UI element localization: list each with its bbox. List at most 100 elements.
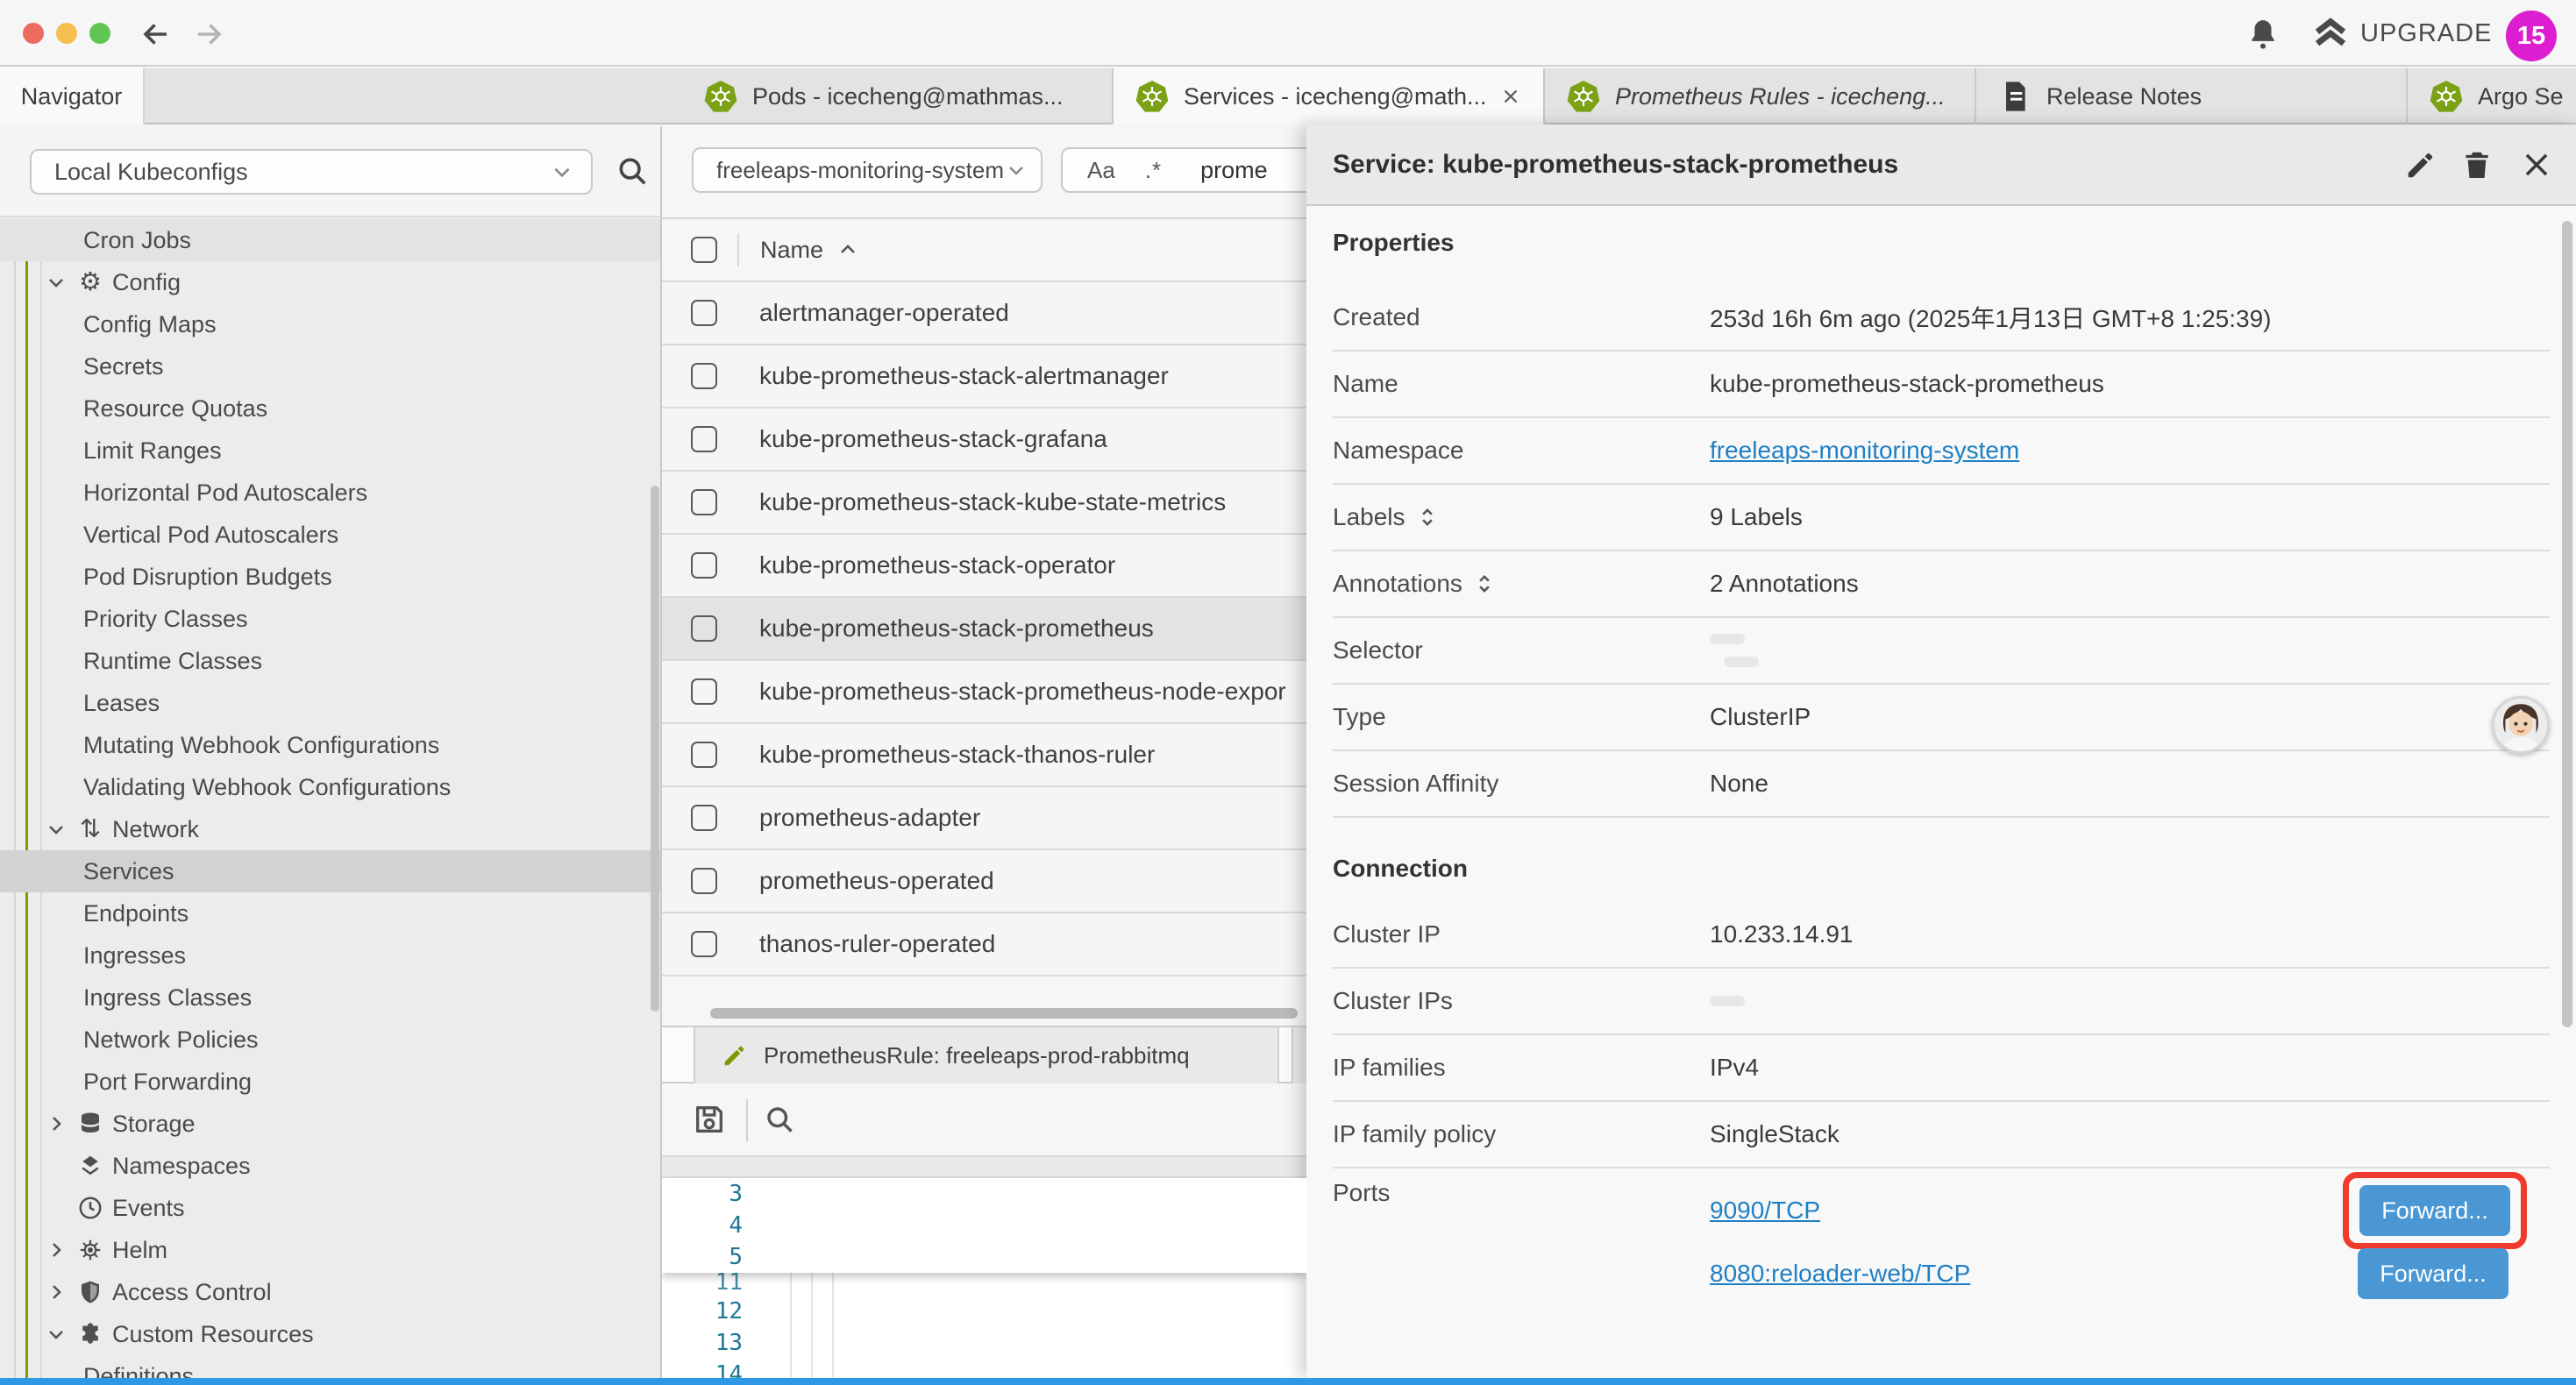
notifications-bell-icon[interactable] [2246, 18, 2280, 51]
sidebar-tree-item[interactable]: ⚙ Config [0, 261, 660, 303]
app-tab[interactable]: Prometheus Rules - icecheng... [1545, 68, 1976, 124]
list-search-input[interactable]: Aa .* prome [1061, 147, 1306, 193]
row-checkbox[interactable] [691, 931, 717, 957]
regex-icon[interactable]: .* [1145, 157, 1162, 184]
editor-tab-partial[interactable] [1292, 1027, 1306, 1083]
sidebar-tree-item[interactable]: Limit Ranges [0, 430, 660, 472]
notification-count-badge[interactable]: 15 [2506, 11, 2557, 61]
row-checkbox[interactable] [691, 300, 717, 326]
forward-button[interactable]: Forward... [2359, 1185, 2510, 1236]
row-checkbox[interactable] [691, 363, 717, 389]
row-checkbox[interactable] [691, 868, 717, 894]
sidebar-scrollbar[interactable] [651, 486, 659, 1012]
delete-trash-icon[interactable] [2460, 148, 2494, 181]
row-checkbox[interactable] [691, 615, 717, 642]
sidebar-tree-item[interactable]: Access Control [0, 1271, 660, 1313]
service-row[interactable]: kube-prometheus-stack-thanos-ruler [662, 724, 1306, 787]
sidebar-search-icon[interactable] [616, 154, 649, 188]
horizontal-scrollbar[interactable] [710, 1008, 1298, 1019]
sidebar-tree-item[interactable]: Priority Classes [0, 598, 660, 640]
sidebar-tree-item[interactable]: Config Maps [0, 303, 660, 345]
tab-close-icon[interactable] [1499, 85, 1522, 108]
row-checkbox[interactable] [691, 742, 717, 768]
editor-tab-prometheusrule[interactable]: PrometheusRule: freeleaps-prod-rabbitmq [694, 1027, 1279, 1083]
detail-scrollbar[interactable] [2562, 221, 2572, 1027]
app-tab[interactable]: Pods - icecheng@mathmas... [682, 68, 1114, 124]
tree-chevron-icon[interactable] [46, 1113, 67, 1134]
sidebar-tree-item[interactable]: Resource Quotas [0, 387, 660, 430]
sidebar-tree-item[interactable]: Mutating Webhook Configurations [0, 724, 660, 766]
select-all-checkbox[interactable] [691, 237, 717, 263]
service-row[interactable]: kube-prometheus-stack-kube-state-metrics [662, 472, 1306, 535]
sidebar-tree-item[interactable]: ⇅ Network [0, 808, 660, 850]
port-link[interactable]: 9090/TCP [1710, 1197, 1820, 1225]
app-tab[interactable]: Release Notes [1976, 68, 2408, 124]
detail-row-link[interactable]: freeleaps-monitoring-system [1710, 437, 2019, 465]
row-checkbox[interactable] [691, 805, 717, 831]
sidebar-tree-item[interactable]: Endpoints [0, 892, 660, 934]
sidebar-tree-item[interactable]: Cron Jobs [0, 219, 660, 261]
forward-icon[interactable] [193, 18, 224, 50]
sidebar-tree-item[interactable]: Custom Resources [0, 1313, 660, 1355]
sidebar-tree-item[interactable]: Namespaces [0, 1145, 660, 1187]
back-icon[interactable] [140, 18, 172, 50]
tree-chevron-icon[interactable] [46, 819, 67, 840]
service-row[interactable]: kube-prometheus-stack-grafana [662, 408, 1306, 472]
expander-icon[interactable] [1473, 572, 1496, 595]
service-row[interactable]: kube-prometheus-stack-prometheus-node-ex… [662, 661, 1306, 724]
app-tab[interactable]: Services - icecheng@math... [1114, 68, 1545, 124]
sidebar-tree-item[interactable]: Leases [0, 682, 660, 724]
service-row[interactable]: prometheus-operated [662, 850, 1306, 913]
sidebar-tree-item[interactable]: Ingresses [0, 934, 660, 977]
tree-chevron-icon[interactable] [46, 272, 67, 293]
window-close-light[interactable] [23, 23, 44, 44]
window-zoom-light[interactable] [89, 23, 110, 44]
sidebar-tree-item[interactable]: Definitions [0, 1355, 660, 1378]
service-row[interactable]: kube-prometheus-stack-prometheus [662, 598, 1306, 661]
sort-ascending-icon[interactable] [837, 239, 858, 260]
save-icon[interactable] [692, 1102, 727, 1137]
sidebar-tree-item[interactable]: Port Forwarding [0, 1061, 660, 1103]
yaml-editor[interactable]: 3 4 5 11 12 13 14 [662, 1178, 1306, 1378]
sidebar-tree-item[interactable]: Vertical Pod Autoscalers [0, 514, 660, 556]
match-case-icon[interactable]: Aa [1087, 157, 1115, 184]
close-icon[interactable] [2520, 148, 2553, 181]
sidebar-tree-item[interactable]: Ingress Classes [0, 977, 660, 1019]
row-checkbox[interactable] [691, 489, 717, 515]
edit-pencil-icon[interactable] [2404, 148, 2437, 181]
app-tab[interactable]: Argo Se [2408, 68, 2576, 124]
sidebar-tree-item[interactable]: Network Policies [0, 1019, 660, 1061]
sidebar-tree-item[interactable]: Validating Webhook Configurations [0, 766, 660, 808]
row-checkbox[interactable] [691, 552, 717, 579]
row-checkbox[interactable] [691, 426, 717, 452]
service-row[interactable]: alertmanager-operated [662, 282, 1306, 345]
upgrade-button[interactable]: UPGRADE [2313, 16, 2492, 51]
row-checkbox[interactable] [691, 678, 717, 705]
user-avatar[interactable] [2492, 696, 2550, 754]
tab-navigator[interactable]: Navigator [0, 68, 145, 124]
service-row[interactable]: kube-prometheus-stack-operator [662, 535, 1306, 598]
service-row[interactable]: thanos-ruler-operated [662, 913, 1306, 977]
tree-chevron-icon[interactable] [46, 1282, 67, 1303]
sidebar-tree-item[interactable]: Events [0, 1187, 660, 1229]
sidebar-tree-item[interactable]: Services [0, 850, 660, 892]
editor-search-icon[interactable] [764, 1104, 795, 1135]
sidebar-tree-item[interactable]: Helm [0, 1229, 660, 1271]
namespace-filter-select[interactable]: freeleaps-monitoring-system [692, 147, 1042, 193]
kubeconfig-selector[interactable]: Local Kubeconfigs [30, 149, 593, 195]
sidebar-tree-item[interactable]: Horizontal Pod Autoscalers [0, 472, 660, 514]
tree-chevron-icon[interactable] [46, 1324, 67, 1345]
sidebar-tree-item[interactable]: Storage [0, 1103, 660, 1145]
service-row[interactable]: prometheus-adapter [662, 787, 1306, 850]
name-column-header[interactable]: Name [760, 237, 823, 264]
tree-chevron-icon[interactable] [46, 1239, 67, 1261]
detail-row: Labels 9 Labels 9 Labels [1333, 485, 2550, 551]
window-minimize-light[interactable] [56, 23, 77, 44]
service-row[interactable]: kube-prometheus-stack-alertmanager [662, 345, 1306, 408]
sidebar-tree-item[interactable]: Runtime Classes [0, 640, 660, 682]
port-link[interactable]: 8080:reloader-web/TCP [1710, 1260, 1970, 1288]
expander-icon[interactable] [1416, 506, 1439, 529]
sidebar-tree-item[interactable]: Pod Disruption Budgets [0, 556, 660, 598]
forward-button[interactable]: Forward... [2358, 1248, 2508, 1299]
sidebar-tree-item[interactable]: Secrets [0, 345, 660, 387]
